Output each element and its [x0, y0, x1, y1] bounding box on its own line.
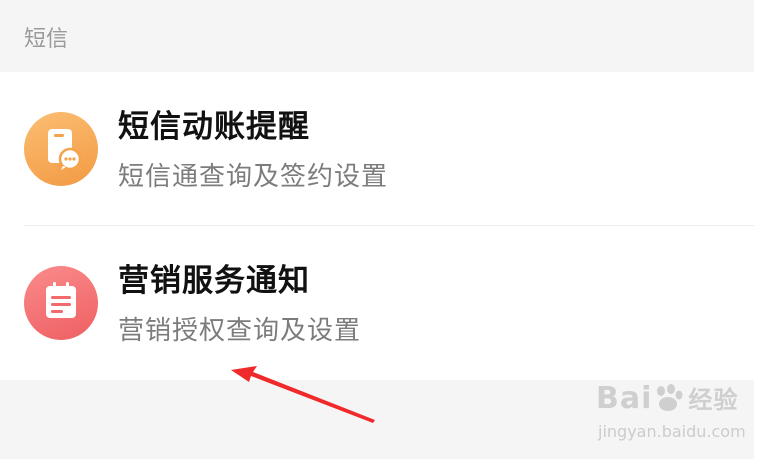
item-title: 营销服务通知: [118, 263, 310, 299]
list-item-marketing-notice[interactable]: 营销服务通知 营销授权查询及设置: [0, 226, 754, 379]
item-subtitle: 短信通查询及签约设置: [118, 162, 389, 192]
red-arrow-annotation: [231, 366, 375, 423]
sms-notification-icon: [24, 112, 98, 186]
right-margin: [754, 0, 779, 459]
watermark-url: jingyan.baidu.com: [598, 422, 746, 441]
settings-list: 短信动账提醒 短信通查询及签约设置 营销服务通知 营销授权查询及设置: [0, 72, 754, 380]
watermark-logo: Bai 经验: [596, 382, 738, 417]
section-header: 短信: [0, 8, 754, 72]
notepad-icon: [24, 266, 98, 340]
item-title: 短信动账提醒: [118, 109, 310, 145]
list-item-sms-account-alert[interactable]: 短信动账提醒 短信通查询及签约设置: [0, 72, 754, 226]
item-subtitle: 营销授权查询及设置: [118, 316, 362, 346]
paw-icon: [657, 384, 683, 411]
watermark-brand: Bai: [596, 381, 653, 416]
watermark-suffix: 经验: [688, 386, 739, 414]
baidu-jingyan-watermark: Bai 经验 jingyan.baidu.com: [596, 378, 746, 448]
section-title: 短信: [24, 27, 69, 52]
